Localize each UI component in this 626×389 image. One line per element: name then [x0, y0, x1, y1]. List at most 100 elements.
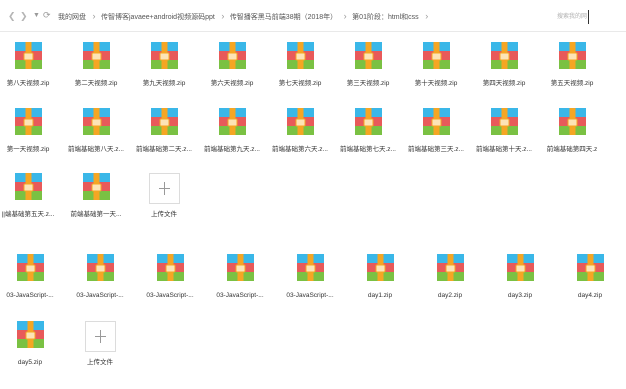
- breadcrumb-item[interactable]: 第01阶段：html和css: [352, 14, 419, 21]
- file-item[interactable]: day4.zip: [560, 254, 620, 310]
- file-name: 第九天视频.zip: [142, 80, 186, 87]
- file-name: 前端基础第九天.z...: [204, 146, 260, 153]
- zip-archive-icon: [15, 173, 42, 200]
- upload-label: 上传文件: [151, 211, 177, 218]
- file-name: 03-JavaScript-...: [216, 292, 264, 299]
- file-name: 第二天视频.zip: [74, 80, 118, 87]
- zip-archive-icon: [297, 254, 324, 281]
- refresh-icon[interactable]: ⟳: [43, 9, 51, 21]
- zip-archive-icon: [17, 254, 44, 281]
- file-item[interactable]: 第五天视频.zip: [542, 42, 602, 98]
- plus-icon: [149, 173, 180, 204]
- file-name: 前端基础第三天.z...: [408, 146, 464, 153]
- zip-archive-icon: [17, 321, 44, 348]
- chevron-right-icon[interactable]: ❯: [20, 10, 28, 22]
- breadcrumb-item[interactable]: 我的网盘: [58, 14, 86, 21]
- chevron-left-icon[interactable]: ❮: [8, 10, 16, 22]
- file-item[interactable]: 第九天视频.zip: [134, 42, 194, 98]
- file-item[interactable]: 03-JavaScript-...: [280, 254, 340, 310]
- file-item[interactable]: 前端基础第十天.z...: [474, 108, 534, 164]
- zip-archive-icon: [491, 108, 518, 135]
- zip-archive-icon: [423, 108, 450, 135]
- zip-archive-icon: [83, 108, 110, 135]
- file-name: 第十天视频.zip: [414, 80, 458, 87]
- zip-archive-icon: [423, 42, 450, 69]
- file-name: 前端基础第二天.z...: [136, 146, 192, 153]
- file-item[interactable]: ||端基础第五天.z...: [0, 173, 58, 229]
- file-item[interactable]: 前端基础第七天.z...: [338, 108, 398, 164]
- file-item[interactable]: day1.zip: [350, 254, 410, 310]
- zip-archive-icon: [219, 42, 246, 69]
- search-input[interactable]: 搜索我的网: [553, 10, 589, 24]
- file-name: 03-JavaScript-...: [286, 292, 334, 299]
- file-name: 第四天视频.zip: [482, 80, 526, 87]
- file-name: 第一天视频.zip: [6, 146, 50, 153]
- plus-icon: [85, 321, 116, 352]
- zip-archive-icon: [355, 42, 382, 69]
- file-name: 第八天视频.zip: [6, 80, 50, 87]
- breadcrumb: 我的网盘 › 传智博客javaee+android视频源码ppt › 传智播客黑马前端3…: [58, 11, 434, 22]
- chevron-right-icon: ›: [343, 11, 347, 21]
- zip-archive-icon: [437, 254, 464, 281]
- file-item[interactable]: 前端基础第六天.z...: [270, 108, 330, 164]
- zip-archive-icon: [577, 254, 604, 281]
- file-name: 前端基础第四天.z: [546, 146, 598, 153]
- breadcrumb-item[interactable]: 传智播客黑马前端38期（2018年）: [230, 14, 337, 21]
- file-name: ||端基础第五天.z...: [1, 211, 55, 218]
- file-name: 前端基础第七天.z...: [340, 146, 396, 153]
- file-item[interactable]: 03-JavaScript-...: [210, 254, 270, 310]
- zip-archive-icon: [355, 108, 382, 135]
- zip-archive-icon: [287, 42, 314, 69]
- address-bar: ❮ ❯ ▼ ⟳ 我的网盘 › 传智博客javaee+android视频源码ppt › 传…: [0, 0, 626, 32]
- file-name: day5.zip: [17, 359, 43, 366]
- zip-archive-icon: [287, 108, 314, 135]
- zip-archive-icon: [157, 254, 184, 281]
- file-item[interactable]: 第三天视频.zip: [338, 42, 398, 98]
- zip-archive-icon: [15, 108, 42, 135]
- file-item[interactable]: 前端基础第九天.z...: [202, 108, 262, 164]
- chevron-right-icon: ›: [221, 11, 225, 21]
- file-item[interactable]: 前端基础第八天.z...: [66, 108, 126, 164]
- file-item[interactable]: 第一天视频.zip: [0, 108, 58, 164]
- file-item[interactable]: day3.zip: [490, 254, 550, 310]
- file-item[interactable]: 第八天视频.zip: [0, 42, 58, 98]
- file-name: 前端基础第六天.z...: [272, 146, 328, 153]
- file-name: 第三天视频.zip: [346, 80, 390, 87]
- zip-archive-icon: [15, 42, 42, 69]
- zip-archive-icon: [507, 254, 534, 281]
- file-item[interactable]: 03-JavaScript-...: [140, 254, 200, 310]
- file-item[interactable]: 03-JavaScript-...: [70, 254, 130, 310]
- zip-archive-icon: [83, 173, 110, 200]
- breadcrumb-item[interactable]: 传智博客javaee+android视频源码ppt: [101, 14, 215, 21]
- file-item[interactable]: 第六天视频.zip: [202, 42, 262, 98]
- file-item[interactable]: 第十天视频.zip: [406, 42, 466, 98]
- file-item[interactable]: 第七天视频.zip: [270, 42, 330, 98]
- zip-archive-icon: [227, 254, 254, 281]
- upload-file-button[interactable]: 上传文件: [134, 173, 194, 229]
- file-item[interactable]: 前端基础第二天.z...: [134, 108, 194, 164]
- file-name: 前端基础第十天.z...: [476, 146, 532, 153]
- file-item[interactable]: 第四天视频.zip: [474, 42, 534, 98]
- zip-archive-icon: [491, 42, 518, 69]
- file-item[interactable]: 前端基础第四天.z: [542, 108, 602, 164]
- file-name: day2.zip: [437, 292, 463, 299]
- chevron-right-icon: ›: [92, 11, 96, 21]
- chevron-right-icon[interactable]: ›: [420, 11, 434, 22]
- upload-file-button[interactable]: 上传文件: [70, 321, 130, 377]
- zip-archive-icon: [151, 108, 178, 135]
- file-item[interactable]: 第二天视频.zip: [66, 42, 126, 98]
- caret-down-icon[interactable]: ▼: [33, 10, 40, 22]
- file-name: 03-JavaScript-...: [146, 292, 194, 299]
- file-name: 前端基础第八天.z...: [68, 146, 124, 153]
- file-name: 第五天视频.zip: [550, 80, 594, 87]
- file-item[interactable]: 前端基础第一天...: [66, 173, 126, 229]
- zip-archive-icon: [367, 254, 394, 281]
- file-item[interactable]: 03-JavaScript-...: [0, 254, 60, 310]
- file-item[interactable]: 前端基础第三天.z...: [406, 108, 466, 164]
- file-item[interactable]: day2.zip: [420, 254, 480, 310]
- file-item[interactable]: day5.zip: [0, 321, 60, 377]
- file-name: 第七天视频.zip: [278, 80, 322, 87]
- file-name: day3.zip: [507, 292, 533, 299]
- file-name: day1.zip: [367, 292, 393, 299]
- zip-archive-icon: [151, 42, 178, 69]
